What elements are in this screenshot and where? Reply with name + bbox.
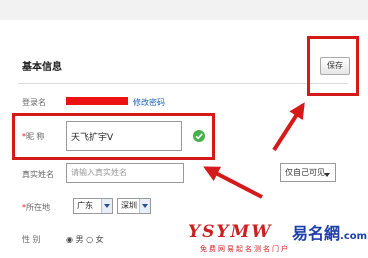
- watermark-logo-left: YSYMW: [188, 222, 273, 242]
- watermark-logo-right: 易名網.com: [292, 220, 367, 244]
- watermark-subtitle: 免费网易起名测名门户: [200, 245, 290, 253]
- watermark-right-text: 易名網: [292, 224, 341, 243]
- watermark-domain: .com: [340, 231, 368, 242]
- arrow-to-nickname: [203, 166, 263, 199]
- arrow-to-save: [272, 102, 305, 152]
